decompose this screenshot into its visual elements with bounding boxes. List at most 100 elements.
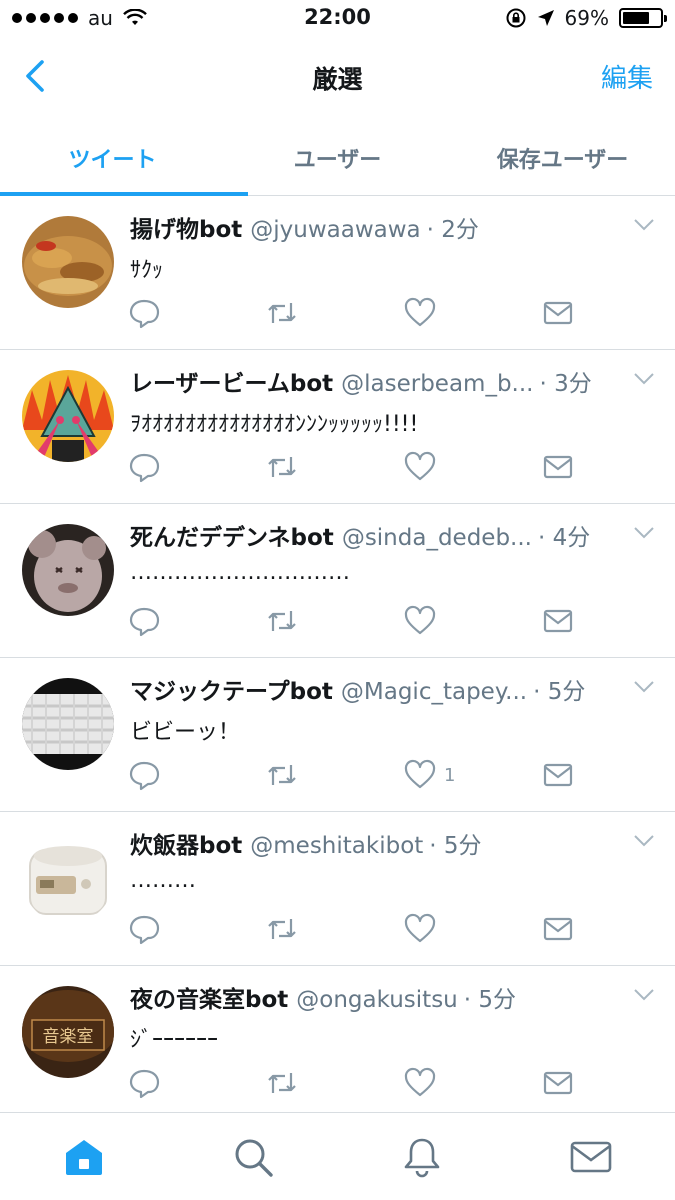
reply-icon xyxy=(129,453,160,483)
tab-bar: ツイート ユーザー 保存ユーザー xyxy=(0,114,675,196)
dm-icon xyxy=(543,455,573,479)
navigation-bar: 厳選 編集 xyxy=(0,40,675,114)
reply-icon xyxy=(129,299,160,329)
dm-button[interactable] xyxy=(542,604,574,638)
reply-button[interactable] xyxy=(128,758,160,792)
tweet-timestamp: · 2分 xyxy=(426,217,479,243)
like-button[interactable] xyxy=(404,296,444,330)
tweet-text: ｦｵｵｵｵｵｵｵｵｵｵｵｵｵｵﾝﾝﾝｯｯｯｯｯ!!!! xyxy=(130,412,419,437)
tweet-author-handle[interactable]: @jyuwaawawa xyxy=(250,217,420,243)
notifications-icon[interactable] xyxy=(400,1135,444,1179)
tweet-header: 揚げ物bot @jyuwaawawa · 2分 xyxy=(130,210,620,244)
status-right: 69% xyxy=(505,6,667,30)
like-button[interactable]: 1 xyxy=(404,758,455,792)
like-icon xyxy=(404,759,436,789)
tweet-author-handle[interactable]: @ongakusitsu xyxy=(296,987,457,1013)
like-icon xyxy=(404,605,436,635)
chevron-down-icon[interactable] xyxy=(633,526,655,540)
tweet-author-name[interactable]: 炊飯器bot xyxy=(130,826,242,860)
chevron-down-icon[interactable] xyxy=(633,834,655,848)
tweet-author-name[interactable]: 死んだデデンネbot xyxy=(130,518,334,552)
tweet-author-name[interactable]: 揚げ物bot xyxy=(130,210,242,244)
tweet-author-handle[interactable]: @sinda_dedeb... xyxy=(342,525,532,551)
retweet-button[interactable] xyxy=(266,450,298,484)
like-button[interactable] xyxy=(404,604,444,638)
like-icon xyxy=(404,297,436,327)
chevron-down-icon[interactable] xyxy=(633,372,655,386)
reply-button[interactable] xyxy=(128,296,160,330)
messages-icon[interactable] xyxy=(569,1135,613,1179)
tweet[interactable]: 炊飯器bot @meshitakibot · 5分 ……… xyxy=(0,812,675,966)
retweet-button[interactable] xyxy=(266,296,298,330)
chevron-down-icon[interactable] xyxy=(633,218,655,232)
reply-icon xyxy=(129,1069,160,1099)
dm-button[interactable] xyxy=(542,450,574,484)
tweet[interactable]: レーザービームbot @laserbeam_b... · 3分 ｦｵｵｵｵｵｵｵ… xyxy=(0,350,675,504)
dm-button[interactable] xyxy=(542,296,574,330)
tweet-actions: 1 xyxy=(128,758,588,792)
tweet-actions xyxy=(128,604,588,638)
home-icon[interactable] xyxy=(62,1135,106,1179)
reply-button[interactable] xyxy=(128,1066,160,1100)
retweet-button[interactable] xyxy=(266,912,298,946)
rotation-lock-icon xyxy=(506,8,526,28)
tweet[interactable]: 揚げ物bot @jyuwaawawa · 2分 ｻｸｯ xyxy=(0,196,675,350)
reply-icon xyxy=(129,915,160,945)
reply-button[interactable] xyxy=(128,450,160,484)
tweet[interactable]: マジックテープbot @Magic_tapey... · 5分 ビビーッ！ 1 xyxy=(0,658,675,812)
avatar[interactable] xyxy=(22,832,114,924)
tweet-actions xyxy=(128,296,588,330)
edit-button[interactable]: 編集 xyxy=(601,58,653,95)
like-button[interactable] xyxy=(404,912,444,946)
tweet-author-name[interactable]: レーザービームbot xyxy=(130,364,333,398)
tweet-header: 炊飯器bot @meshitakibot · 5分 xyxy=(130,826,620,860)
reply-icon xyxy=(129,607,160,637)
avatar[interactable] xyxy=(22,370,114,462)
like-count: 1 xyxy=(444,764,456,786)
retweet-button[interactable] xyxy=(266,758,298,792)
tweet-text: ……… xyxy=(130,868,196,893)
dm-button[interactable] xyxy=(542,1066,574,1100)
page-title: 厳選 xyxy=(312,65,363,94)
reply-button[interactable] xyxy=(128,912,160,946)
like-icon xyxy=(404,1067,436,1097)
dm-button[interactable] xyxy=(542,758,574,792)
battery-percent: 69% xyxy=(564,6,609,30)
avatar[interactable]: 音楽室 xyxy=(22,986,114,1078)
like-button[interactable] xyxy=(404,450,444,484)
retweet-icon xyxy=(268,1073,296,1093)
tab-saved-users[interactable]: 保存ユーザー xyxy=(450,114,675,195)
avatar[interactable] xyxy=(22,678,114,770)
tweet-actions xyxy=(128,450,588,484)
tweet-text: ビビーッ！ xyxy=(130,720,241,745)
tweet-timestamp: · 5分 xyxy=(429,833,482,859)
dm-button[interactable] xyxy=(542,912,574,946)
search-icon[interactable] xyxy=(231,1135,275,1179)
retweet-icon xyxy=(268,765,296,785)
tab-users[interactable]: ユーザー xyxy=(225,114,450,195)
avatar[interactable] xyxy=(22,216,114,308)
tweet-header: 死んだデデンネbot @sinda_dedeb... · 4分 xyxy=(130,518,620,552)
tweet-author-handle[interactable]: @meshitakibot xyxy=(250,833,423,859)
tweet-author-name[interactable]: 夜の音楽室bot xyxy=(130,980,288,1014)
tweet-author-handle[interactable]: @laserbeam_b... xyxy=(341,371,533,397)
tweet-timestamp: · 3分 xyxy=(539,371,592,397)
chevron-down-icon[interactable] xyxy=(633,680,655,694)
tweet-header: 夜の音楽室bot @ongakusitsu · 5分 xyxy=(130,980,620,1014)
tweet-timestamp: · 5分 xyxy=(463,987,517,1013)
tweet-timestamp: · 5分 xyxy=(533,679,586,705)
retweet-button[interactable] xyxy=(266,604,298,638)
chevron-down-icon[interactable] xyxy=(633,988,655,1002)
retweet-icon xyxy=(268,611,296,631)
tweet[interactable]: 音楽室 夜の音楽室bot @ongakusitsu · 5分 ｼﾞｰｰｰｰｰｰ xyxy=(0,966,675,1120)
dm-icon xyxy=(543,301,573,325)
avatar[interactable] xyxy=(22,524,114,616)
retweet-button[interactable] xyxy=(266,1066,298,1100)
like-icon xyxy=(404,913,436,943)
tab-tweets[interactable]: ツイート xyxy=(0,114,248,196)
tweet-author-name[interactable]: マジックテープbot xyxy=(130,672,333,706)
like-button[interactable] xyxy=(404,1066,444,1100)
tweet-author-handle[interactable]: @Magic_tapey... xyxy=(341,679,527,705)
tweet[interactable]: 死んだデデンネbot @sinda_dedeb... · 4分 ……………………… xyxy=(0,504,675,658)
reply-button[interactable] xyxy=(128,604,160,638)
